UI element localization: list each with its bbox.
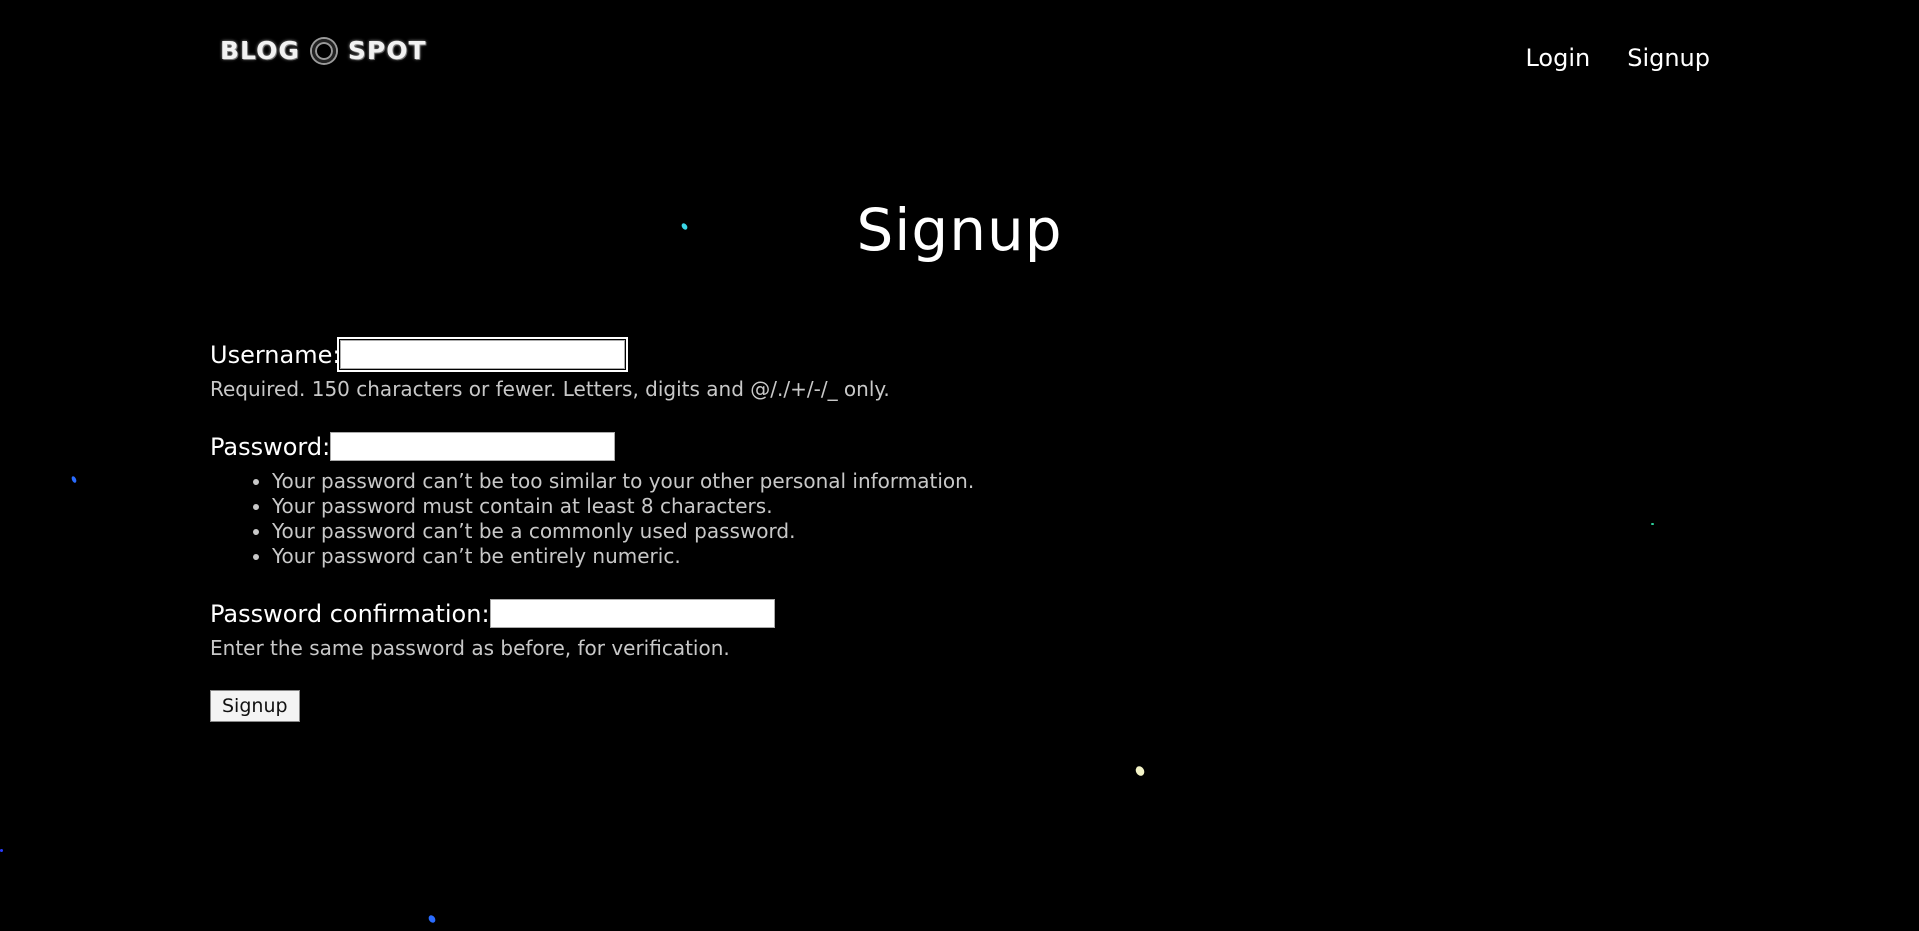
password-confirmation-row: Password confirmation: <box>210 599 1410 628</box>
username-help-text: Required. 150 characters or fewer. Lette… <box>210 377 890 401</box>
password-row: Password: <box>210 432 1410 461</box>
username-label: Username: <box>210 340 341 369</box>
logo-text-blog: BLOG <box>220 36 300 65</box>
page-title: Signup <box>856 196 1063 264</box>
sparkle-decoration <box>70 475 78 484</box>
signup-form: Username: Required. 150 characters or fe… <box>210 337 1410 722</box>
password-rule: Your password can’t be a commonly used p… <box>272 519 1410 544</box>
logo-ring-icon <box>311 38 336 63</box>
password-input[interactable] <box>330 432 616 461</box>
page: BLOG SPOT Login Signup Signup Username: … <box>0 0 1919 931</box>
sparkle-decoration <box>1651 523 1654 525</box>
sparkle-decoration <box>427 914 437 924</box>
sparkle-decoration <box>1134 764 1146 778</box>
password-confirmation-label: Password confirmation: <box>210 599 490 628</box>
password-confirmation-help-text: Enter the same password as before, for v… <box>210 636 730 660</box>
sparkle-decoration <box>0 849 3 852</box>
password-rule: Your password can’t be entirely numeric. <box>272 544 1410 569</box>
signup-submit-button[interactable]: Signup <box>210 690 300 722</box>
username-input[interactable] <box>337 337 629 372</box>
top-nav: Login Signup <box>1525 44 1710 72</box>
nav-login-link[interactable]: Login <box>1525 44 1590 72</box>
blogspot-logo[interactable]: BLOG SPOT <box>220 36 427 65</box>
nav-signup-link[interactable]: Signup <box>1627 44 1710 72</box>
password-label: Password: <box>210 432 331 461</box>
password-rule: Your password can’t be too similar to yo… <box>272 469 1410 494</box>
logo-text-spot: SPOT <box>347 36 427 65</box>
password-rule: Your password must contain at least 8 ch… <box>272 494 1410 519</box>
password-rules-list: Your password can’t be too similar to yo… <box>210 469 1410 569</box>
password-confirmation-input[interactable] <box>489 599 775 628</box>
username-row: Username: <box>210 337 1410 372</box>
